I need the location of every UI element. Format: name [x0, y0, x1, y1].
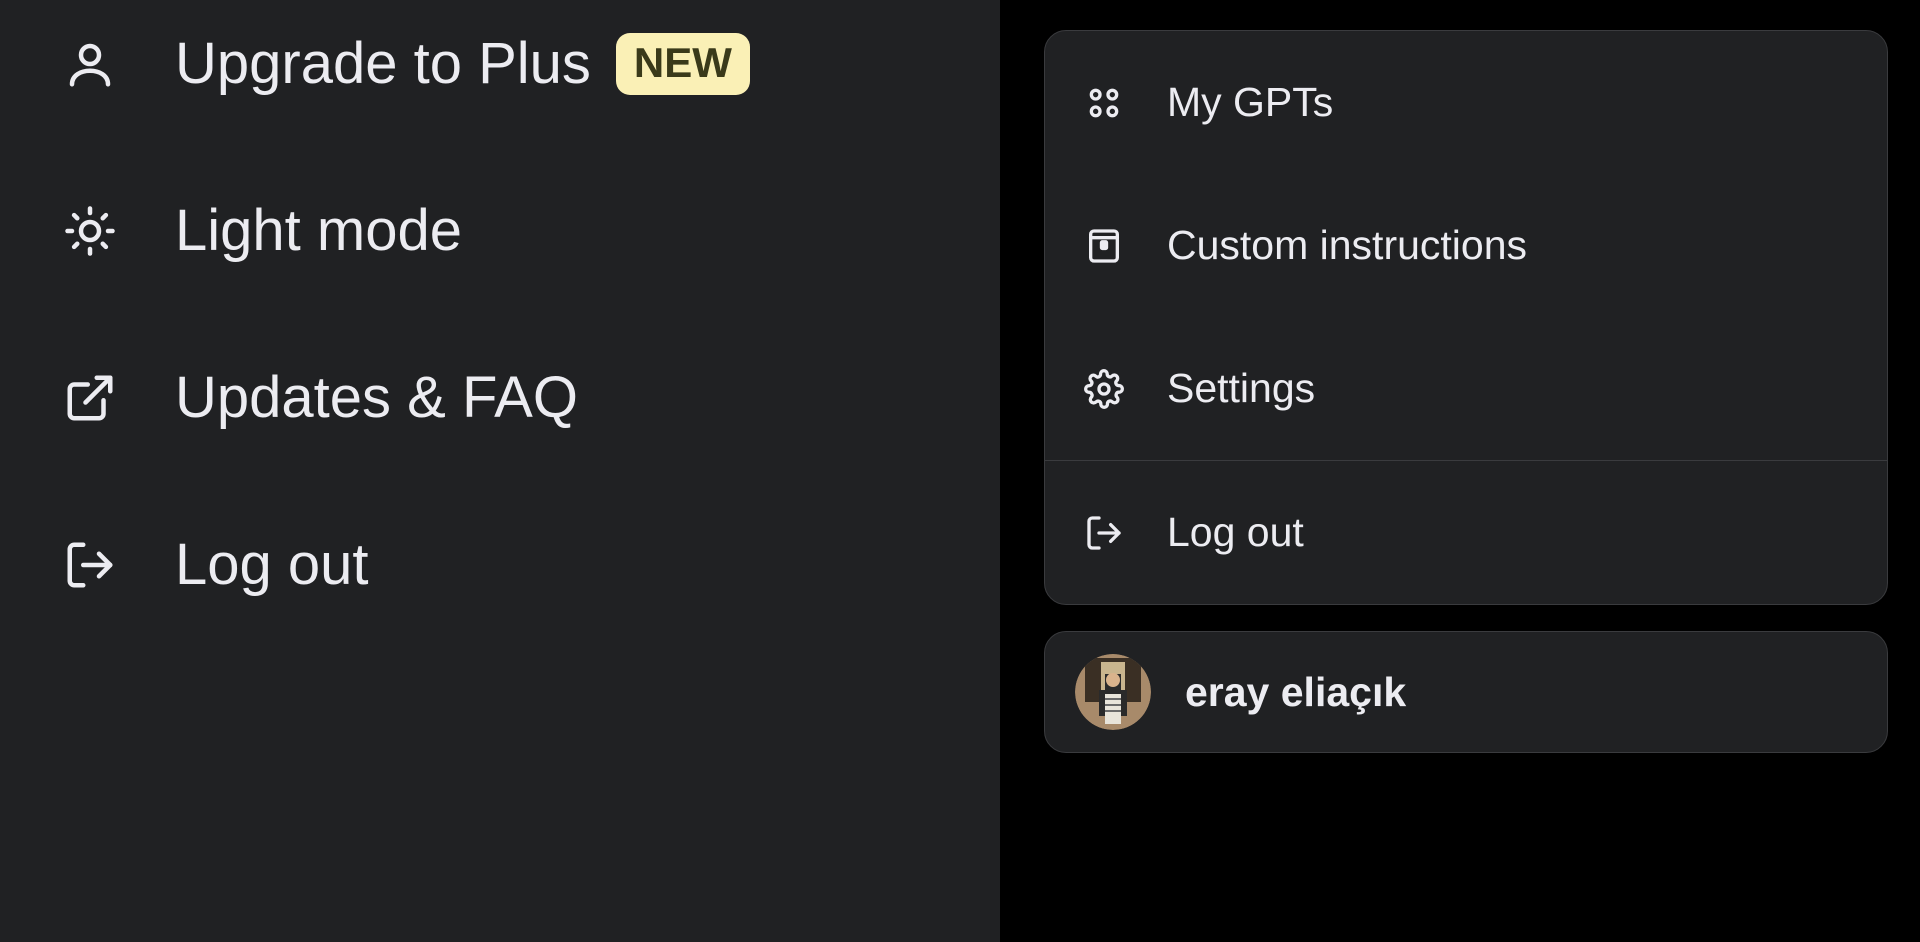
upgrade-label: Upgrade to Plus	[175, 30, 591, 97]
book-icon	[1083, 225, 1125, 267]
my-gpts-item[interactable]: My GPTs	[1045, 31, 1887, 174]
settings-item[interactable]: Settings	[1045, 317, 1887, 460]
logout-label-left: Log out	[175, 531, 369, 598]
user-name: eray eliaçık	[1185, 669, 1406, 716]
user-icon	[60, 34, 120, 94]
logout-icon	[60, 535, 120, 595]
external-link-icon	[60, 368, 120, 428]
settings-label: Settings	[1167, 365, 1315, 412]
logout-item-left[interactable]: Log out	[60, 531, 950, 598]
current-user-row[interactable]: eray eliaçık	[1044, 631, 1888, 753]
updates-faq-item[interactable]: Updates & FAQ	[60, 364, 950, 431]
logout-label-right: Log out	[1167, 509, 1304, 556]
logout-icon	[1083, 512, 1125, 554]
grid-dots-icon	[1083, 82, 1125, 124]
account-popover-menu: My GPTs Custom instructions Settings	[1044, 30, 1888, 605]
upgrade-to-plus-item[interactable]: Upgrade to Plus NEW	[60, 30, 950, 97]
custom-instructions-item[interactable]: Custom instructions	[1045, 174, 1887, 317]
sun-icon	[60, 201, 120, 261]
avatar	[1075, 654, 1151, 730]
my-gpts-label: My GPTs	[1167, 79, 1333, 126]
left-menu-panel: Upgrade to Plus NEW Light mode	[0, 0, 1000, 942]
updates-faq-label: Updates & FAQ	[175, 364, 578, 431]
custom-instructions-label: Custom instructions	[1167, 222, 1527, 269]
light-mode-item[interactable]: Light mode	[60, 197, 950, 264]
gear-icon	[1083, 368, 1125, 410]
new-badge: NEW	[616, 33, 750, 95]
right-menu-panel: My GPTs Custom instructions Settings	[1000, 0, 1920, 942]
logout-item-right[interactable]: Log out	[1045, 461, 1887, 604]
light-mode-label: Light mode	[175, 197, 462, 264]
